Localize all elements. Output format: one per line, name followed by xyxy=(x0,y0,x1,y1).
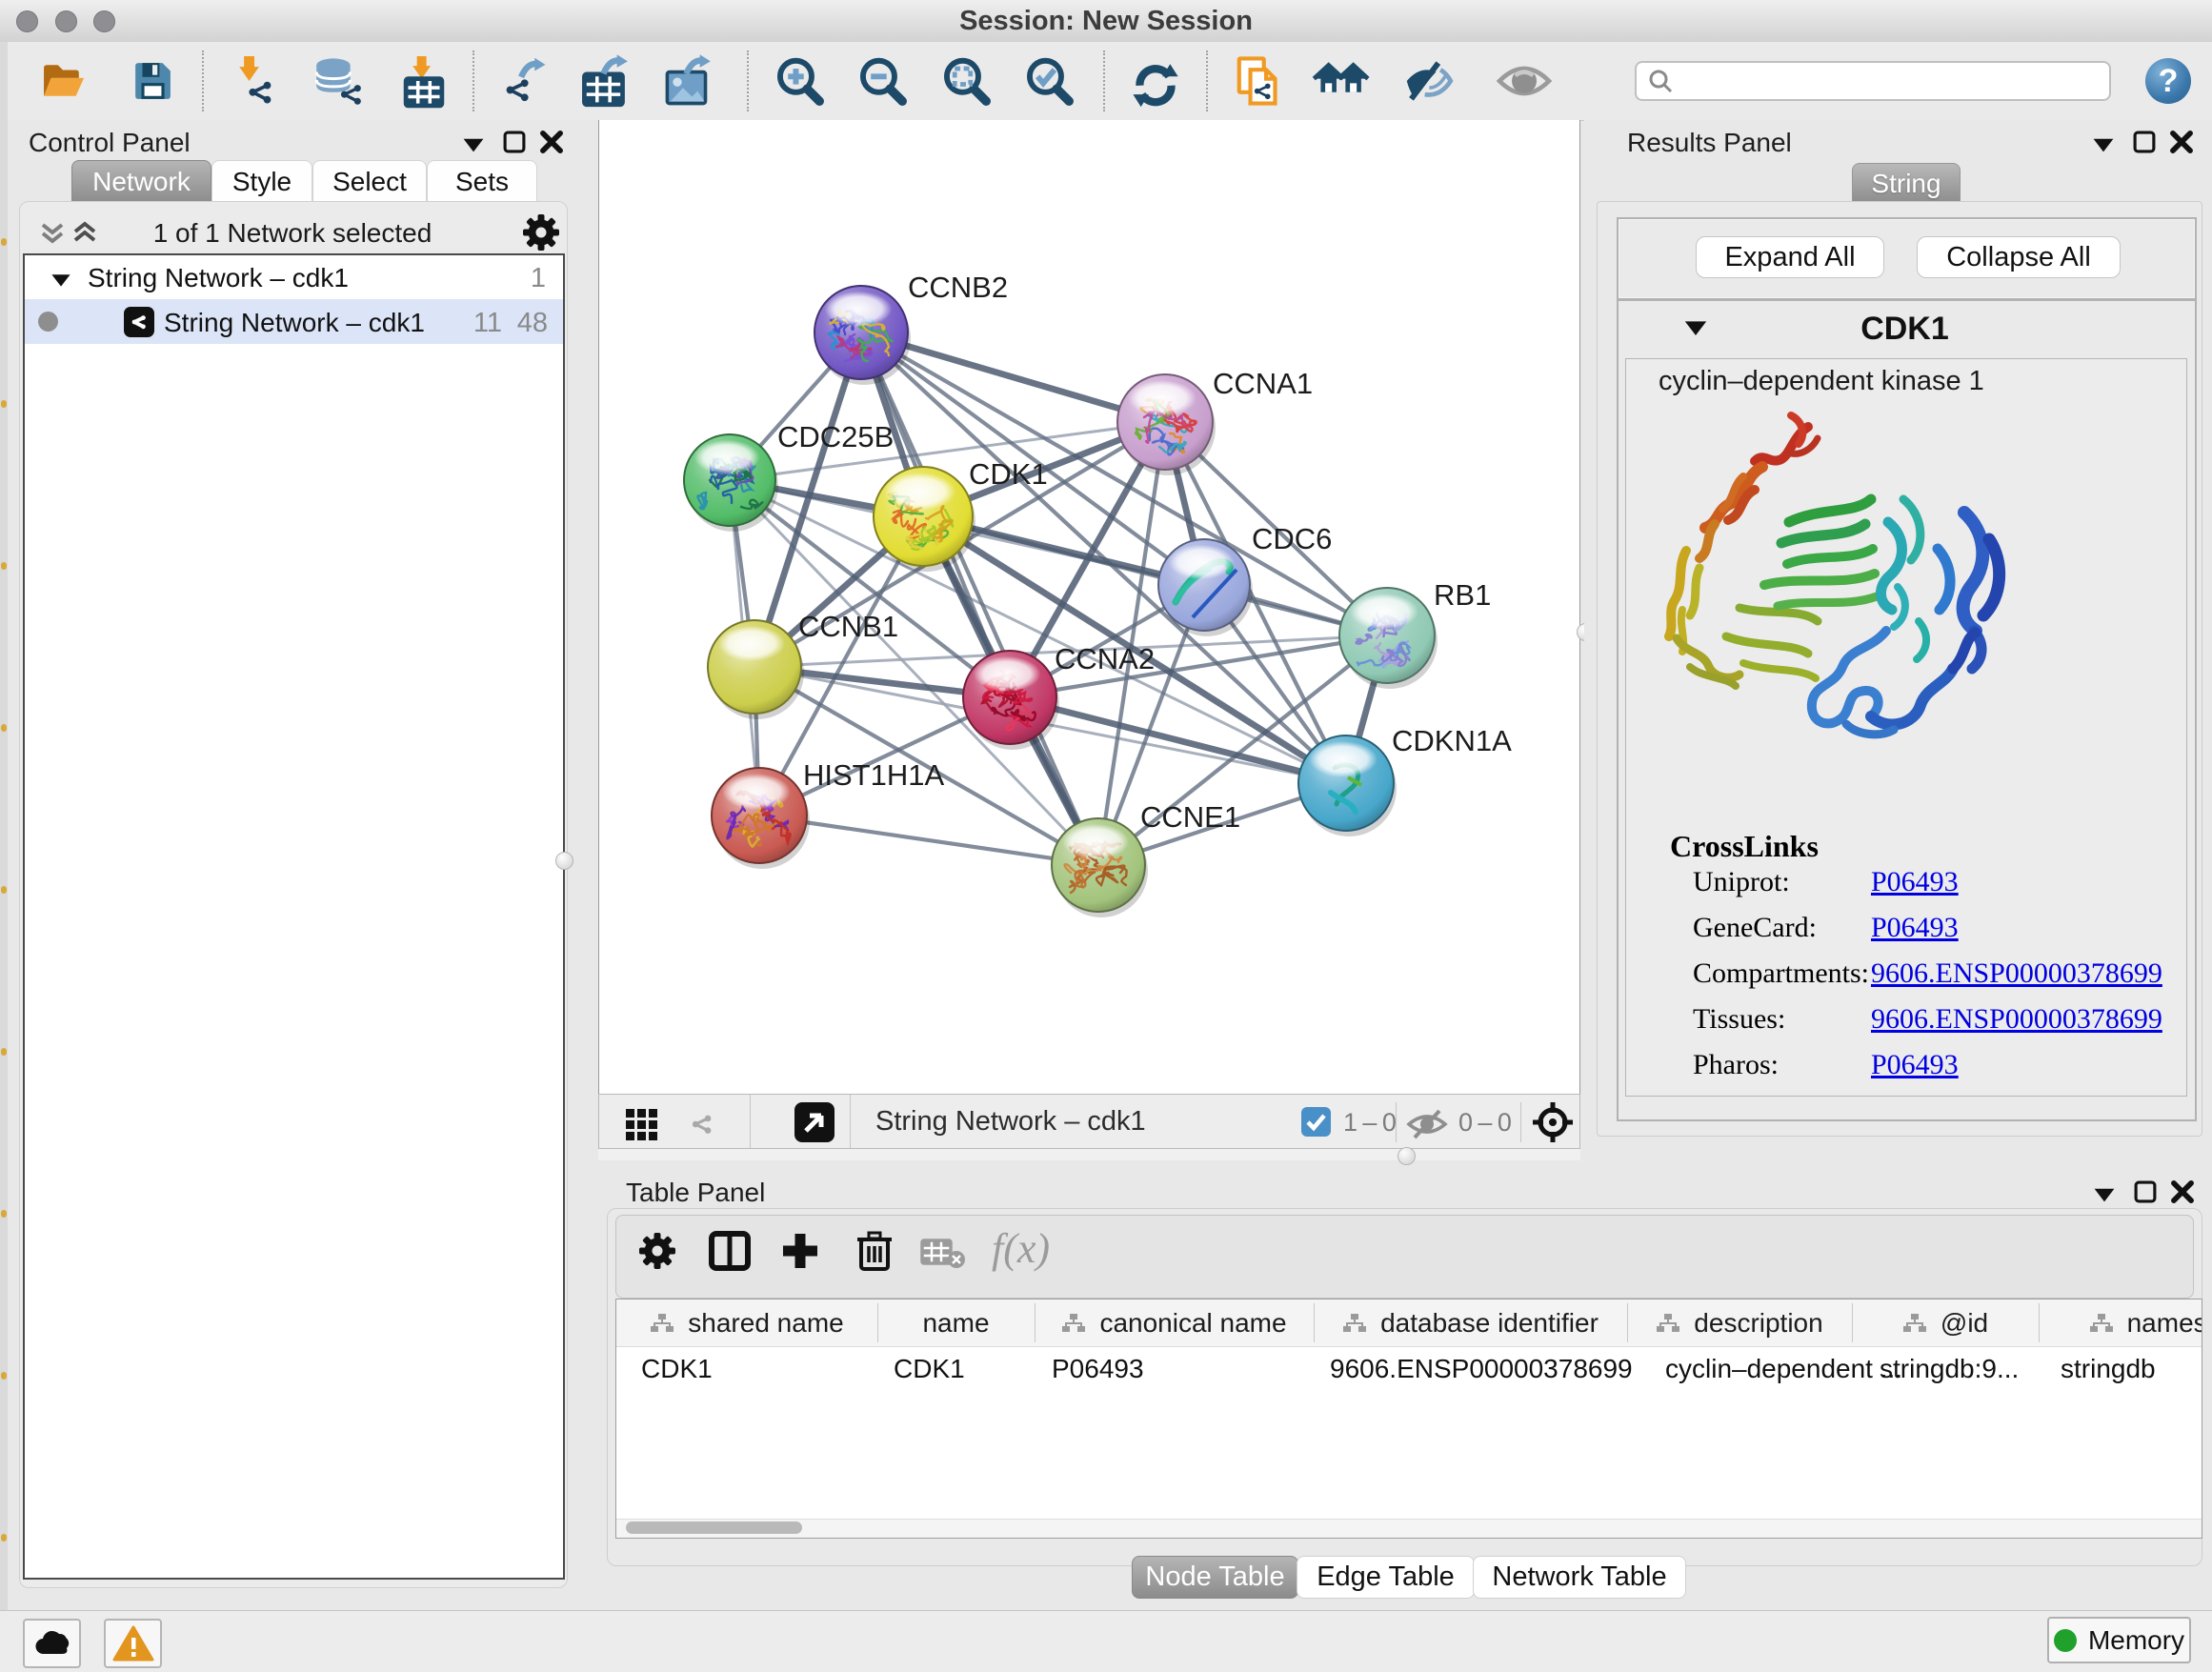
svg-text:HIST1H1A: HIST1H1A xyxy=(803,758,944,792)
svg-text:CDC25B: CDC25B xyxy=(777,420,894,453)
svg-text:CCNA1: CCNA1 xyxy=(1213,367,1313,400)
svg-text:CCNE1: CCNE1 xyxy=(1140,800,1240,834)
svg-text:CCNB2: CCNB2 xyxy=(908,271,1008,304)
svg-text:CDKN1A: CDKN1A xyxy=(1392,724,1512,757)
svg-text:RB1: RB1 xyxy=(1434,578,1491,612)
svg-text:CDK1: CDK1 xyxy=(969,457,1048,491)
svg-text:CCNB1: CCNB1 xyxy=(798,610,898,643)
svg-text:CCNA2: CCNA2 xyxy=(1055,642,1155,675)
svg-text:CDC6: CDC6 xyxy=(1252,522,1332,555)
